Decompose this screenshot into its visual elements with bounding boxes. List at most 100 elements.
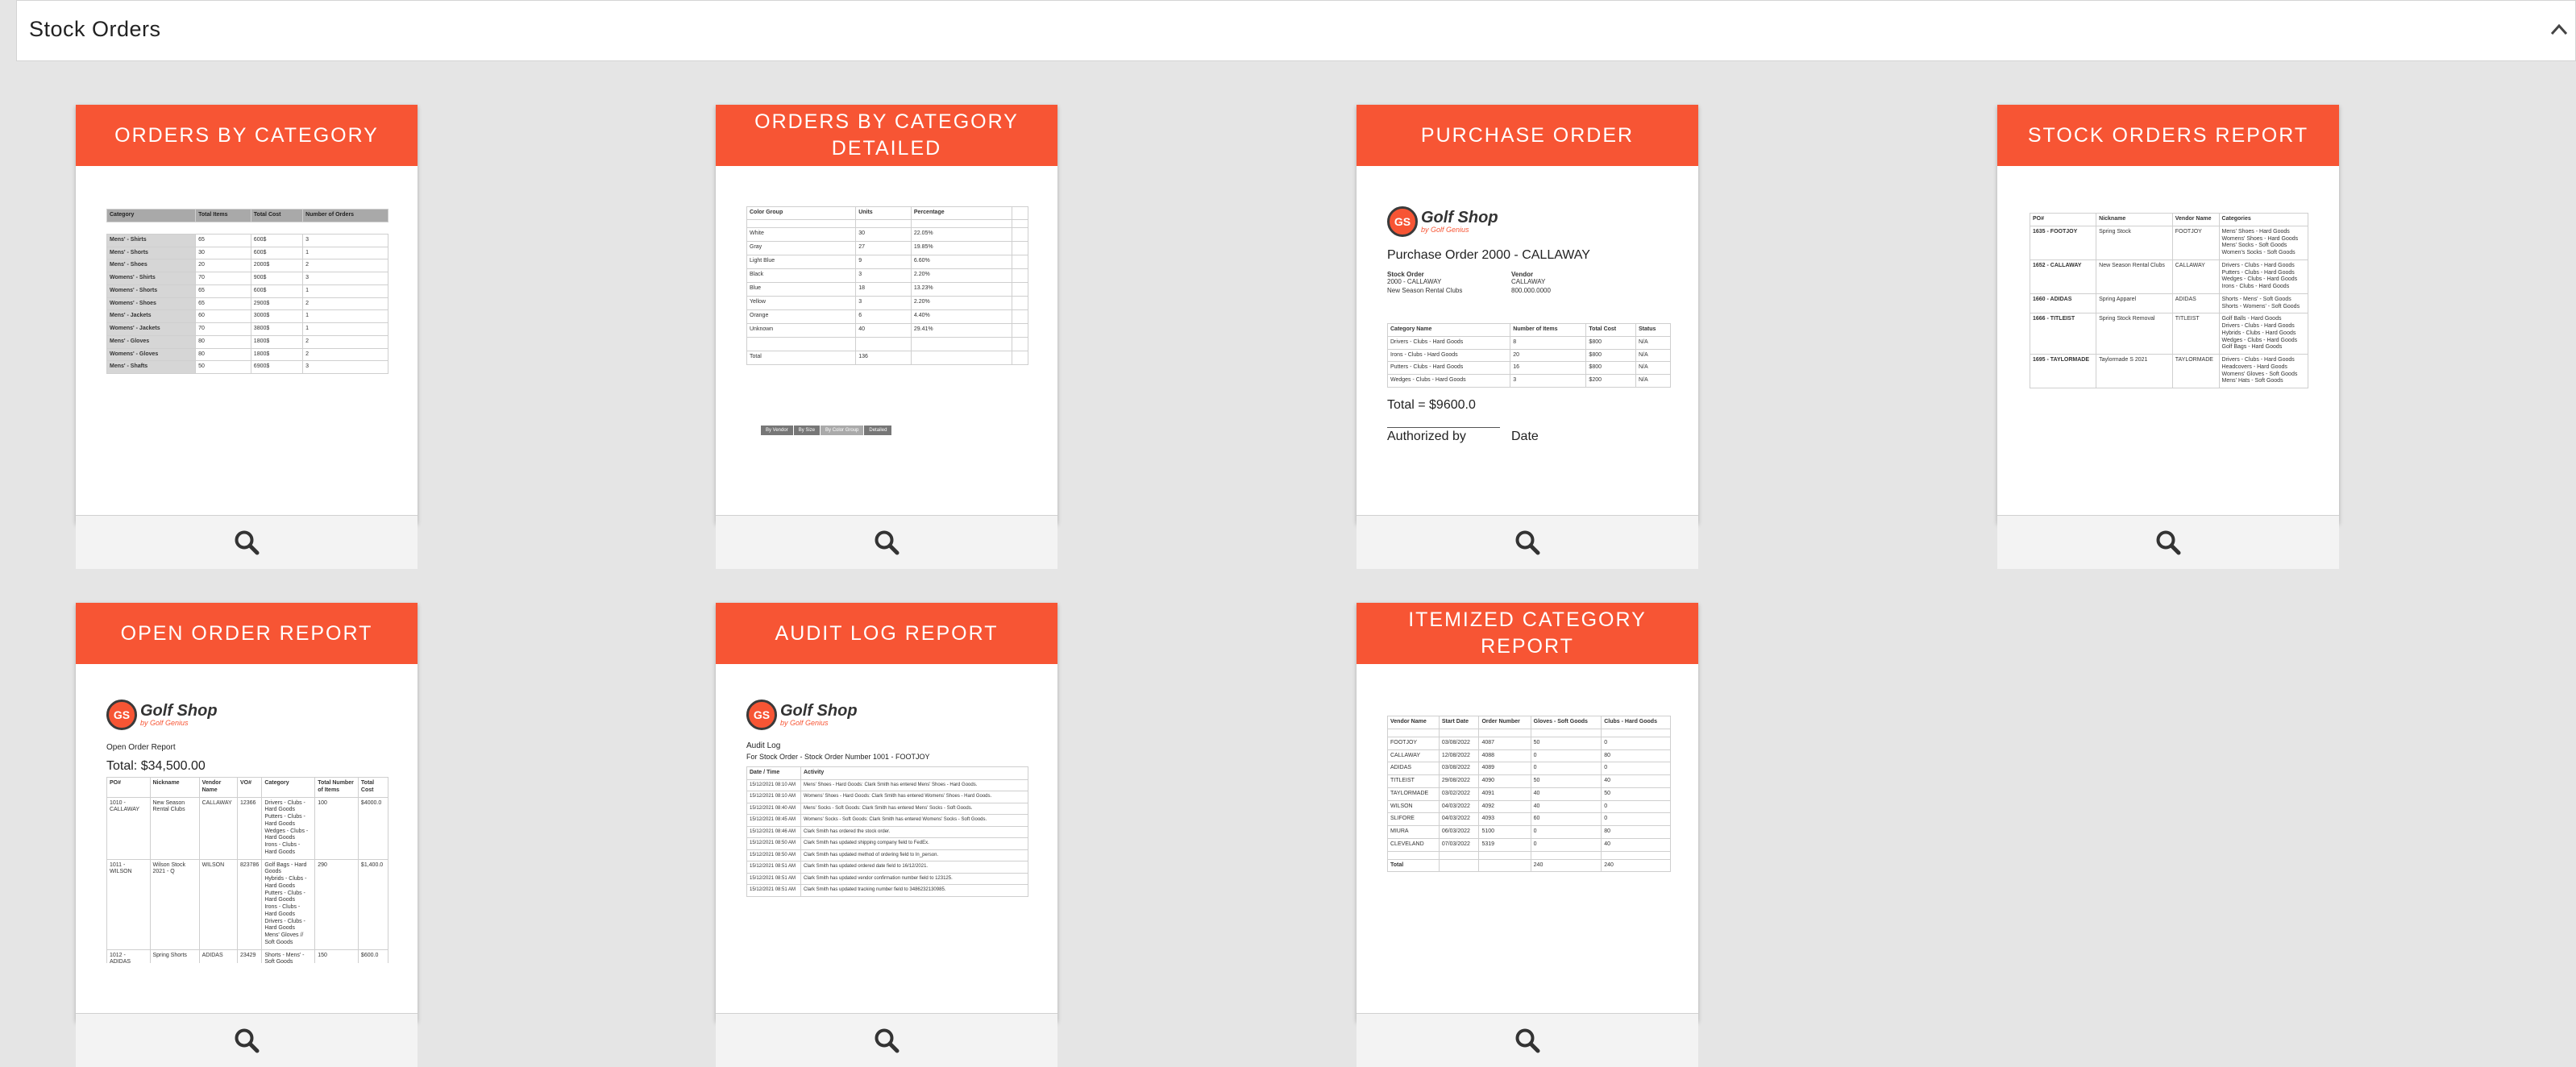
report-card-orders-by-category-detailed[interactable]: ORDERS BY CATEGORY DETAILED Color Group … — [716, 105, 1057, 569]
table-row: 1012 - ADIDAS Spring Shorts ADIDAS 23429 Sho… — [106, 949, 389, 963]
table-row: Irons - Clubs - Hard Goods 20 $800 N/A — [1386, 348, 1671, 363]
table-row: Mens' - Gloves 80 1800$ 2 — [106, 334, 388, 349]
table-row: TAYLORMADE 03/02/2022 4091 40 50 — [1387, 787, 1671, 801]
table-row: Mens' - Shoes 20 2000$ 2 — [106, 259, 388, 272]
order-total: Total = $9600.0 — [1387, 398, 1476, 412]
golf-shop-logo: GS Golf Shop by Golf Genius — [106, 700, 218, 730]
golf-shop-logo: GS Golf Shop by Golf Genius — [1387, 206, 1498, 237]
table-row: White 30 22.05% — [746, 226, 1028, 242]
card-search-button[interactable] — [76, 515, 418, 569]
table-header: Percentage — [910, 206, 1013, 220]
table-row: Wedges - Clubs - Hard Goods 3 $200 N/A — [1386, 374, 1671, 388]
table-row: CLEVELAND 07/03/2022 5319 0 40 — [1387, 837, 1671, 852]
card-title: OPEN ORDER REPORT — [76, 603, 418, 664]
table-row: Putters - Clubs - Hard Goods 16 $800 N/A — [1386, 361, 1671, 375]
document-heading: Open Order Report — [106, 743, 176, 752]
table-header: Number of Orders — [302, 209, 388, 222]
table-row: 1635 - FOOTJOY Spring Stock FOOTJOY Mens' S… — [2029, 225, 2309, 260]
magnifier-icon[interactable] — [873, 1027, 900, 1054]
preview-table: PO# Nickname Vendor Name VO# Category Total N… — [106, 777, 389, 963]
chevron-up-icon[interactable] — [2549, 22, 2569, 36]
card-title: ORDERS BY CATEGORY DETAILED — [716, 105, 1057, 166]
table-row: Drivers - Clubs - Hard Goods 8 $800 N/A — [1386, 335, 1671, 350]
table-row: 1652 - CALLAWAY New Season Rental Clubs CA… — [2029, 259, 2309, 294]
table-row: SLIFORE 04/03/2022 4093 60 0 — [1387, 812, 1671, 826]
stock-orders-panel-header[interactable]: Stock Orders — [16, 0, 2576, 61]
table-row: Womens' - Shirts 70 900$ 3 — [106, 272, 388, 285]
table-row: Womens' - Shorts 65 600$ 1 — [106, 284, 388, 298]
table-row: Womens' - Shoes 65 2900$ 2 — [106, 297, 388, 311]
preview-filter-tabs: By Vendor By Size By Color Group Detaile… — [761, 426, 892, 435]
table-row: 1660 - ADIDAS Spring Apparel ADIDAS Shorts … — [2029, 293, 2309, 314]
report-card-itemized-category-report[interactable]: ITEMIZED CATEGORY REPORT Vendor Name Star… — [1357, 603, 1698, 1067]
vendor-info: Vendor CALLAWAY 800.000.0000 — [1511, 271, 1551, 294]
table-row: Mens' - Shirts 65 600$ 3 — [106, 233, 388, 247]
table-header: Units — [855, 206, 912, 220]
magnifier-icon[interactable] — [1514, 1027, 1541, 1054]
card-title: ITEMIZED CATEGORY REPORT — [1357, 603, 1698, 664]
preview-table: Category Name Number of Items Total Cost St… — [1386, 323, 1671, 388]
report-card-audit-log-report[interactable]: AUDIT LOG REPORT GS Golf Shop by Golf Ge… — [716, 603, 1057, 1067]
table-row: 15/12/2021 08:40 AM Mens' Socks - Soft Go… — [746, 802, 1028, 816]
table-row: 15/12/2021 08:10 AM Womens' Shoes - Hard … — [746, 791, 1028, 803]
table-total-row: Total 240 240 — [1387, 858, 1671, 873]
panel-title: Stock Orders — [29, 17, 161, 41]
order-total: Total: $34,500.00 — [106, 759, 206, 773]
card-search-button[interactable] — [1997, 515, 2339, 569]
table-row: 15/12/2021 08:50 AM Clark Smith has updat… — [746, 837, 1028, 850]
magnifier-icon[interactable] — [2154, 529, 2182, 556]
magnifier-icon[interactable] — [873, 529, 900, 556]
table-row: Yellow 3 2.20% — [746, 295, 1028, 310]
preview-table: Color Group Units Percentage White 30 22.0… — [746, 206, 1028, 365]
report-card-purchase-order[interactable]: PURCHASE ORDER GS Golf Shop by Golf Geni… — [1357, 105, 1698, 569]
table-row: Womens' - Gloves 80 1800$ 2 — [106, 347, 388, 362]
preview-table: Category Total Items Total Cost Number o… — [106, 209, 388, 374]
report-preview: Category Total Items Total Cost Number o… — [76, 166, 418, 465]
table-row: Unknown 40 29.41% — [746, 322, 1028, 338]
preview-table: Vendor Name Start Date Order Number Gloves … — [1387, 716, 1671, 873]
card-search-button[interactable] — [716, 515, 1057, 569]
table-row: 15/12/2021 08:10 AM Mens' Shoes - Hard Go… — [746, 778, 1028, 792]
table-row: Orange 6 4.40% — [746, 309, 1028, 324]
table-header: Total Cost — [250, 209, 304, 222]
stock-order-info: Stock Order 2000 - CALLAWAY New Season R… — [1387, 271, 1463, 294]
table-header: Total Items — [195, 209, 251, 222]
report-preview: Vendor Name Start Date Order Number Gloves … — [1357, 664, 1698, 963]
report-preview: GS Golf Shop by Golf Genius Open Order R… — [76, 664, 418, 963]
table-row: 1666 - TITLEIST Spring Stock Removal TITLE… — [2029, 313, 2309, 355]
table-row: Mens' - Jackets 60 3000$ 1 — [106, 309, 388, 323]
table-row: 1010 - CALLAWAY New Season Rental Clubs CA… — [106, 796, 389, 860]
table-row: ADIDAS 03/08/2022 4089 0 0 — [1387, 762, 1671, 775]
report-preview: PO# Nickname Vendor Name Categories 1635 - … — [1997, 166, 2339, 465]
table-row: Womens' - Jackets 70 3800$ 1 — [106, 322, 388, 336]
table-row: 15/12/2021 08:51 AM Clark Smith has updat… — [746, 872, 1028, 886]
golf-shop-logo: GS Golf Shop by Golf Genius — [746, 700, 858, 730]
table-row: 15/12/2021 08:50 AM Clark Smith has updat… — [746, 849, 1028, 862]
table-header — [1012, 206, 1028, 220]
table-row: 1011 - WILSON Wilson Stock 2021 - Q WILSON… — [106, 858, 389, 950]
table-row: 15/12/2021 08:51 AM Clark Smith has updat… — [746, 884, 1028, 897]
card-title: PURCHASE ORDER — [1357, 105, 1698, 166]
card-search-button[interactable] — [1357, 515, 1698, 569]
report-card-stock-orders-report[interactable]: STOCK ORDERS REPORT PO# Nickname Vendor Na… — [1997, 105, 2339, 569]
magnifier-icon[interactable] — [233, 1027, 260, 1054]
magnifier-icon[interactable] — [1514, 529, 1541, 556]
preview-table: PO# Nickname Vendor Name Categories 1635 - … — [2029, 213, 2309, 388]
date-line: Date — [1511, 430, 1539, 443]
document-heading: Purchase Order 2000 - CALLAWAY — [1387, 248, 1590, 262]
table-total-row: Total 136 — [746, 350, 1028, 365]
table-header: Category — [106, 209, 197, 222]
table-row: FOOTJOY 03/08/2022 4087 50 0 — [1387, 736, 1671, 750]
card-title: ORDERS BY CATEGORY — [76, 105, 418, 166]
report-preview: GS Golf Shop by Golf Genius Audit Log Fo… — [716, 664, 1057, 963]
magnifier-icon[interactable] — [233, 529, 260, 556]
report-card-orders-by-category[interactable]: ORDERS BY CATEGORY Category Total Items … — [76, 105, 418, 569]
document-heading: Audit Log — [746, 741, 781, 750]
card-title: STOCK ORDERS REPORT — [1997, 105, 2339, 166]
table-row: MIURA 06/03/2022 5100 0 80 — [1387, 825, 1671, 839]
table-row: Gray 27 19.85% — [746, 240, 1028, 255]
report-card-open-order-report[interactable]: OPEN ORDER REPORT GS Golf Shop by Golf G… — [76, 603, 418, 1067]
report-preview: GS Golf Shop by Golf Genius Purchase Ord… — [1357, 166, 1698, 465]
table-row: Black 3 2.20% — [746, 268, 1028, 283]
table-row: 15/12/2021 08:46 AM Clark Smith has order… — [746, 825, 1028, 839]
